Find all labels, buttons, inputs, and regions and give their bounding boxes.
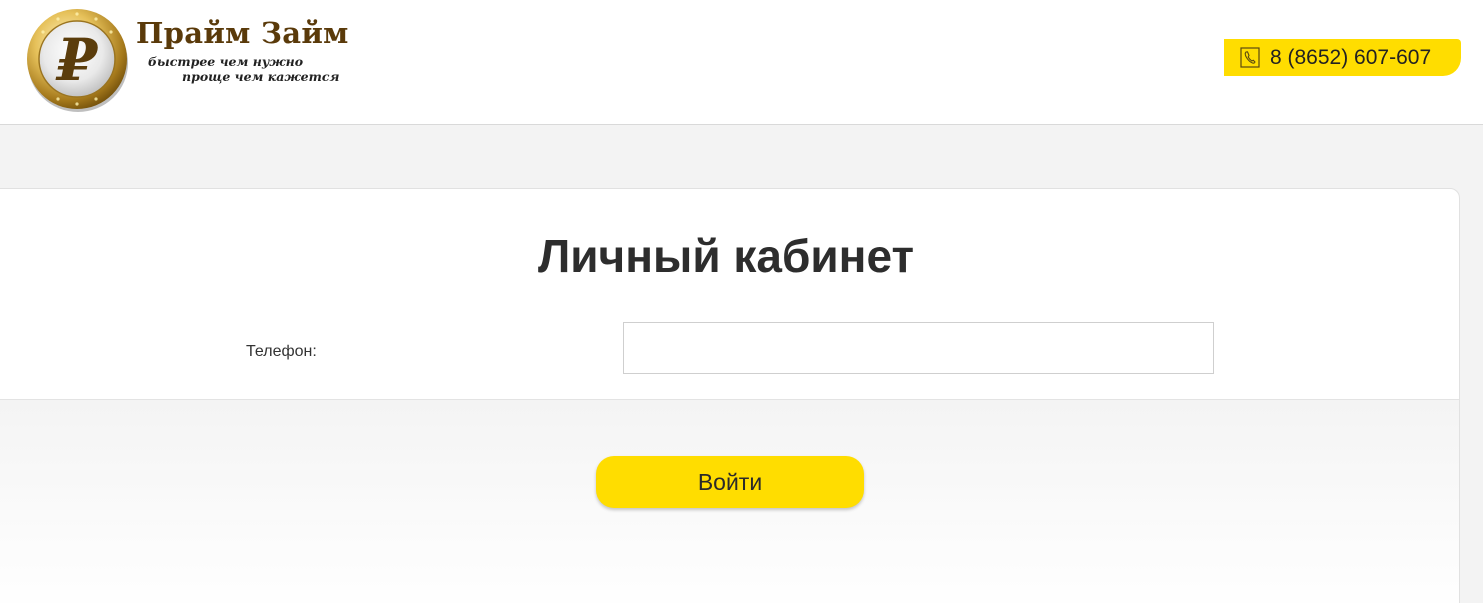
slogan-line-1: быстрее чем нужно [148,54,304,69]
phone-badge[interactable]: 8 (8652) 607-607 [1224,39,1461,76]
page-title: Личный кабинет [538,230,914,282]
phone-field-label: Телефон: [246,343,317,360]
login-card: Личный кабинет Телефон: Войти [0,188,1460,603]
login-button[interactable]: Войти [596,456,864,508]
brand-name: Прайм Займ [136,16,349,50]
phone-number: 8 (8652) 607-607 [1270,45,1432,69]
ruble-coin-icon: ₽ [27,9,128,112]
slogan-line-2: проще чем кажется [182,69,340,84]
site-header: ₽ Прайм Займ быстрее чем нужно проще чем… [0,0,1483,125]
svg-text:₽: ₽ [55,26,99,94]
site-logo[interactable]: ₽ Прайм Займ быстрее чем нужно проще чем… [22,4,352,119]
form-actions: Войти [0,399,1459,603]
phone-icon [1240,47,1260,68]
phone-input[interactable] [623,322,1214,374]
